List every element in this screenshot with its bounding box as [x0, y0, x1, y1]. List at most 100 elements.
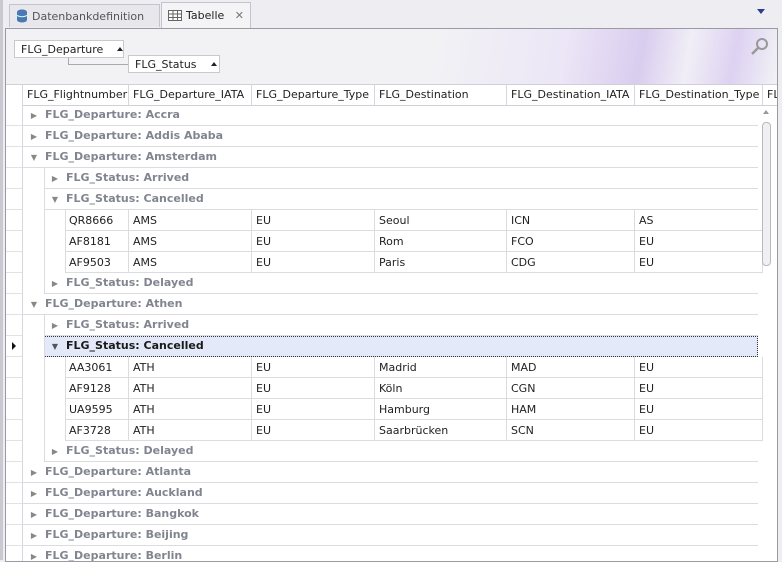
- table-cell[interactable]: HAM: [507, 399, 635, 420]
- table-row[interactable]: AF3728 ATH EU Saarbrücken SCN EU: [6, 420, 763, 441]
- row-indicator[interactable]: [6, 273, 23, 294]
- expand-icon[interactable]: ▶: [23, 463, 45, 483]
- column-header[interactable]: FLG_: [763, 85, 777, 105]
- group-row-label[interactable]: ▼ FLG_Departure: Athen: [23, 294, 758, 315]
- expand-icon[interactable]: ▶: [44, 274, 66, 294]
- group-chip-status[interactable]: FLG_Status: [128, 55, 220, 73]
- group-row[interactable]: ▶ FLG_Status: Delayed: [6, 273, 758, 294]
- group-row-label[interactable]: ▶ FLG_Departure: Atlanta: [23, 462, 758, 483]
- row-indicator[interactable]: [6, 252, 23, 273]
- expand-icon[interactable]: ▶: [23, 106, 45, 126]
- table-cell[interactable]: FCO: [507, 231, 635, 252]
- group-row[interactable]: ▶ FLG_Departure: Bangkok: [6, 504, 758, 525]
- row-indicator[interactable]: [6, 420, 23, 441]
- row-indicator[interactable]: [6, 294, 23, 315]
- row-indicator[interactable]: [6, 126, 23, 147]
- group-row-label[interactable]: ▼ FLG_Status: Cancelled: [44, 189, 758, 210]
- group-row-label[interactable]: ▶ FLG_Status: Arrived: [44, 315, 758, 336]
- table-cell[interactable]: Köln: [375, 378, 507, 399]
- table-cell[interactable]: AF8181: [65, 231, 129, 252]
- tab-menu-dropdown-icon[interactable]: [757, 9, 765, 14]
- row-indicator[interactable]: [6, 483, 23, 504]
- table-cell[interactable]: EU: [252, 399, 375, 420]
- table-cell[interactable]: SCN: [507, 420, 635, 441]
- group-row-label[interactable]: ▶ FLG_Status: Delayed: [44, 441, 758, 462]
- group-row[interactable]: ▶ FLG_Departure: Addis Ababa: [6, 126, 758, 147]
- table-cell[interactable]: CDG: [507, 252, 635, 273]
- table-cell[interactable]: AF9503: [65, 252, 129, 273]
- collapse-icon[interactable]: ▼: [44, 337, 66, 357]
- search-icon[interactable]: [750, 37, 770, 57]
- table-cell[interactable]: EU: [635, 252, 763, 273]
- tab-datenbankdefinition[interactable]: Datenbankdefinition: [9, 4, 160, 27]
- table-cell[interactable]: AMS: [129, 252, 252, 273]
- table-cell[interactable]: Rom: [375, 231, 507, 252]
- table-row[interactable]: UA9595 ATH EU Hamburg HAM EU: [6, 399, 763, 420]
- group-row[interactable]: ▼ FLG_Departure: Amsterdam: [6, 147, 758, 168]
- group-row-label[interactable]: ▶ FLG_Status: Delayed: [44, 273, 758, 294]
- table-cell[interactable]: EU: [252, 357, 375, 378]
- row-indicator[interactable]: [6, 147, 23, 168]
- table-cell[interactable]: ATH: [129, 420, 252, 441]
- row-indicator[interactable]: [6, 462, 23, 483]
- row-indicator[interactable]: [6, 357, 23, 378]
- table-cell[interactable]: EU: [635, 399, 763, 420]
- table-cell[interactable]: Paris: [375, 252, 507, 273]
- expand-icon[interactable]: ▶: [23, 127, 45, 147]
- group-row[interactable]: ▶ FLG_Departure: Atlanta: [6, 462, 758, 483]
- group-row[interactable]: ▶ FLG_Departure: Accra: [6, 105, 758, 126]
- group-row-label[interactable]: ▶ FLG_Departure: Beijing: [23, 525, 758, 546]
- group-row-label[interactable]: ▶ FLG_Departure: Addis Ababa: [23, 126, 758, 147]
- table-cell[interactable]: QR8666: [65, 210, 129, 231]
- row-indicator[interactable]: [6, 210, 23, 231]
- group-row[interactable]: ▼ FLG_Status: Cancelled: [6, 336, 758, 357]
- vertical-scrollbar[interactable]: [761, 106, 771, 561]
- column-header[interactable]: FLG_Destination_IATA: [507, 85, 635, 105]
- collapse-icon[interactable]: ▼: [44, 190, 66, 210]
- table-cell[interactable]: EU: [252, 378, 375, 399]
- table-cell[interactable]: AS: [635, 210, 763, 231]
- column-header[interactable]: FLG_Departure_Type: [252, 85, 375, 105]
- row-indicator[interactable]: [6, 105, 23, 126]
- group-row-label[interactable]: ▶ FLG_Status: Arrived: [44, 168, 758, 189]
- table-cell[interactable]: Saarbrücken: [375, 420, 507, 441]
- row-indicator[interactable]: [6, 336, 23, 357]
- column-header[interactable]: FLG_Destination_Type: [635, 85, 763, 105]
- table-cell[interactable]: Madrid: [375, 357, 507, 378]
- group-row-label[interactable]: ▼ FLG_Status: Cancelled: [44, 336, 758, 357]
- expand-icon[interactable]: ▶: [44, 169, 66, 189]
- row-indicator[interactable]: [6, 504, 23, 525]
- table-row[interactable]: AA3061 ATH EU Madrid MAD EU: [6, 357, 763, 378]
- table-row[interactable]: QR8666 AMS EU Seoul ICN AS: [6, 210, 763, 231]
- row-indicator[interactable]: [6, 189, 23, 210]
- group-row[interactable]: ▶ FLG_Status: Delayed: [6, 441, 758, 462]
- table-cell[interactable]: EU: [635, 357, 763, 378]
- collapse-icon[interactable]: ▼: [23, 148, 45, 168]
- group-row-label[interactable]: ▼ FLG_Departure: Amsterdam: [23, 147, 758, 168]
- table-cell[interactable]: EU: [635, 420, 763, 441]
- tab-tabelle[interactable]: Tabelle ✕: [161, 2, 251, 28]
- table-cell[interactable]: EU: [252, 252, 375, 273]
- row-indicator[interactable]: [6, 441, 23, 462]
- group-row[interactable]: ▶ FLG_Departure: Beijing: [6, 525, 758, 546]
- table-cell[interactable]: Hamburg: [375, 399, 507, 420]
- table-cell[interactable]: AA3061: [65, 357, 129, 378]
- collapse-icon[interactable]: ▼: [23, 295, 45, 315]
- group-row[interactable]: ▶ FLG_Status: Arrived: [6, 168, 758, 189]
- row-indicator[interactable]: [6, 378, 23, 399]
- table-cell[interactable]: ATH: [129, 399, 252, 420]
- table-cell[interactable]: EU: [635, 231, 763, 252]
- column-header[interactable]: FLG_Flightnumber: [23, 85, 129, 105]
- table-cell[interactable]: AF3728: [65, 420, 129, 441]
- table-cell[interactable]: UA9595: [65, 399, 129, 420]
- table-cell[interactable]: AMS: [129, 210, 252, 231]
- expand-icon[interactable]: ▶: [44, 442, 66, 462]
- table-cell[interactable]: EU: [252, 420, 375, 441]
- table-cell[interactable]: ATH: [129, 378, 252, 399]
- group-row-label[interactable]: ▶ FLG_Departure: Accra: [23, 105, 758, 126]
- table-cell[interactable]: MAD: [507, 357, 635, 378]
- group-row-label[interactable]: ▶ FLG_Departure: Bangkok: [23, 504, 758, 525]
- table-cell[interactable]: ICN: [507, 210, 635, 231]
- expand-icon[interactable]: ▶: [23, 505, 45, 525]
- scrollbar-thumb[interactable]: [762, 122, 771, 266]
